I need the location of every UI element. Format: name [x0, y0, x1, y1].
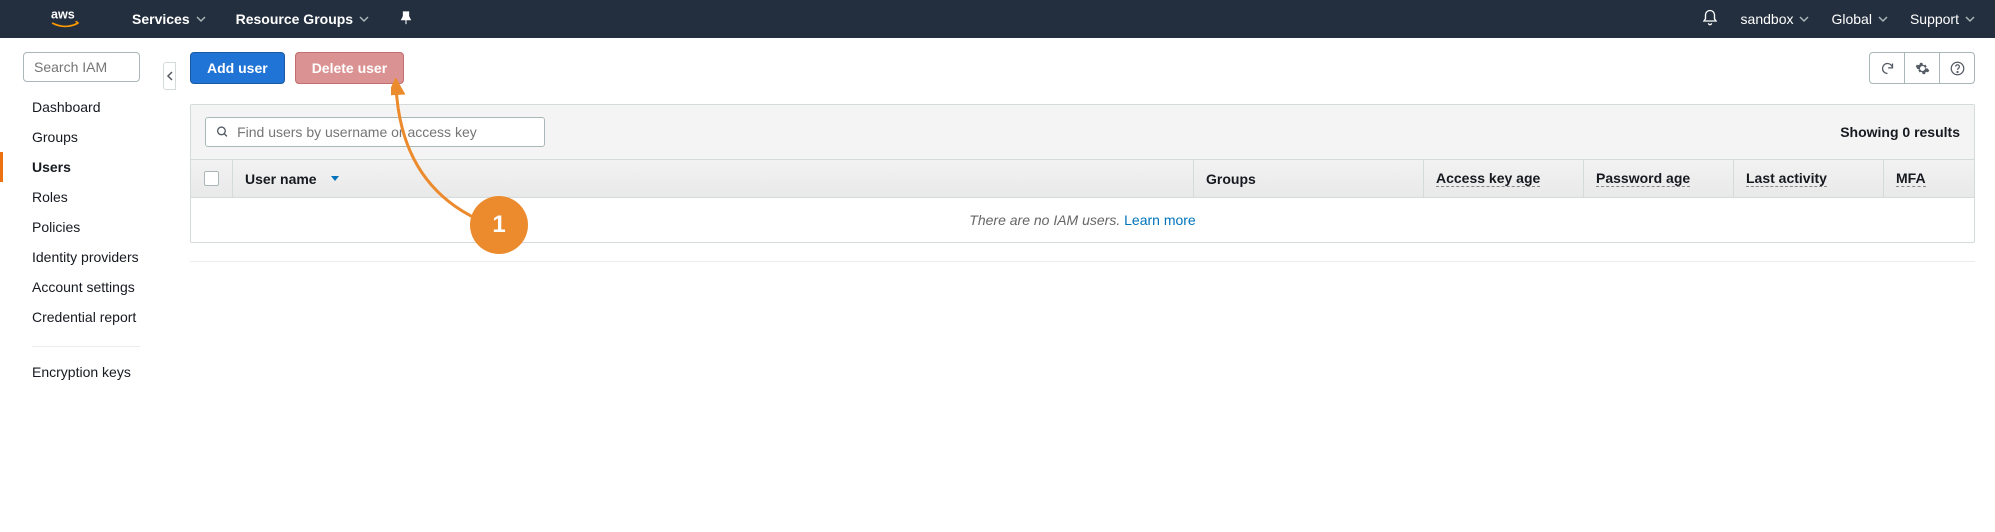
nav-account-label: sandbox [1741, 11, 1794, 27]
sidebar-item-policies[interactable]: Policies [0, 212, 160, 242]
sidebar-item-groups[interactable]: Groups [0, 122, 160, 152]
action-row: Add user Delete user [190, 52, 1975, 84]
delete-user-button[interactable]: Delete user [295, 52, 404, 84]
empty-state-text: There are no IAM users. [969, 212, 1124, 228]
sidebar-item-label: Dashboard [32, 99, 101, 115]
column-label: MFA [1896, 170, 1926, 187]
sidebar-search-input[interactable] [23, 52, 140, 82]
help-button[interactable] [1939, 52, 1975, 84]
refresh-button[interactable] [1869, 52, 1905, 84]
sidebar-item-label: Groups [32, 129, 78, 145]
column-label: User name [245, 171, 317, 187]
add-user-button[interactable]: Add user [190, 52, 285, 84]
column-label: Groups [1206, 171, 1256, 187]
column-groups[interactable]: Groups [1194, 160, 1424, 197]
nav-left: Services Resource Groups [132, 11, 413, 28]
panel-header: Showing 0 results [191, 105, 1974, 160]
sidebar-item-label: Users [32, 159, 71, 175]
sidebar-item-label: Credential report [32, 309, 136, 325]
select-all-header [191, 160, 233, 197]
users-panel: Showing 0 results User name Groups Ac [190, 104, 1975, 243]
sidebar-item-roles[interactable]: Roles [0, 182, 160, 212]
help-icon [1950, 61, 1965, 76]
column-password-age[interactable]: Password age [1584, 160, 1734, 197]
annotation-number: 1 [492, 211, 505, 239]
sidebar: Dashboard Groups Users Roles Policies Id… [0, 38, 160, 387]
sidebar-item-label: Roles [32, 189, 68, 205]
table-header-row: User name Groups Access key age Password… [191, 160, 1974, 198]
sidebar-item-identity-providers[interactable]: Identity providers [0, 242, 160, 272]
aws-logo[interactable]: aws [50, 7, 92, 31]
users-table: User name Groups Access key age Password… [191, 160, 1974, 242]
content-divider [190, 261, 1975, 262]
nav-resource-groups[interactable]: Resource Groups [236, 11, 369, 27]
notifications-icon[interactable] [1701, 9, 1719, 30]
column-mfa[interactable]: MFA [1884, 160, 1974, 197]
nav-account[interactable]: sandbox [1741, 11, 1810, 27]
results-count: Showing 0 results [1840, 124, 1960, 140]
sidebar-item-encryption-keys[interactable]: Encryption keys [0, 357, 160, 387]
nav-region-label: Global [1831, 11, 1871, 27]
delete-user-label: Delete user [312, 60, 387, 76]
column-label: Last activity [1746, 170, 1827, 187]
user-filter-field [205, 117, 545, 147]
sidebar-item-credential-report[interactable]: Credential report [0, 302, 160, 332]
nav-right: sandbox Global Support [1701, 9, 1975, 30]
sort-down-icon [331, 176, 339, 181]
pin-icon[interactable] [399, 11, 413, 28]
sidebar-search [23, 52, 140, 82]
main-content: Add user Delete user Showin [160, 38, 1995, 387]
nav-support[interactable]: Support [1910, 11, 1975, 27]
select-all-checkbox[interactable] [204, 171, 219, 186]
chevron-left-icon [166, 71, 174, 81]
sidebar-item-users[interactable]: Users [0, 152, 160, 182]
nav-resource-groups-label: Resource Groups [236, 11, 353, 27]
column-last-activity[interactable]: Last activity [1734, 160, 1884, 197]
search-icon [216, 125, 229, 139]
top-nav: aws Services Resource Groups sandbox Glo… [0, 0, 1995, 38]
sidebar-item-label: Encryption keys [32, 364, 131, 380]
column-access-key-age[interactable]: Access key age [1424, 160, 1584, 197]
sidebar-item-label: Identity providers [32, 249, 139, 265]
column-username[interactable]: User name [233, 160, 1194, 197]
user-filter-input[interactable] [237, 124, 534, 140]
refresh-icon [1880, 61, 1895, 76]
add-user-label: Add user [207, 60, 268, 76]
column-label: Access key age [1436, 170, 1540, 187]
column-label: Password age [1596, 170, 1690, 187]
chevron-down-icon [1965, 14, 1975, 24]
svg-text:aws: aws [51, 7, 75, 21]
chevron-down-icon [1878, 14, 1888, 24]
gear-icon [1915, 61, 1930, 76]
annotation-step-1: 1 [470, 196, 528, 254]
chevron-down-icon [196, 14, 206, 24]
settings-button[interactable] [1904, 52, 1940, 84]
chevron-down-icon [1799, 14, 1809, 24]
chevron-down-icon [359, 14, 369, 24]
nav-support-label: Support [1910, 11, 1959, 27]
sidebar-item-dashboard[interactable]: Dashboard [0, 92, 160, 122]
sidebar-collapse-handle[interactable] [163, 62, 176, 90]
nav-region[interactable]: Global [1831, 11, 1887, 27]
toolbar-icon-group [1870, 52, 1975, 84]
sidebar-divider [32, 346, 140, 347]
sidebar-item-account-settings[interactable]: Account settings [0, 272, 160, 302]
empty-state-row: There are no IAM users. Learn more [191, 198, 1974, 242]
nav-services[interactable]: Services [132, 11, 206, 27]
sidebar-item-label: Account settings [32, 279, 135, 295]
sidebar-item-label: Policies [32, 219, 80, 235]
nav-services-label: Services [132, 11, 190, 27]
learn-more-link[interactable]: Learn more [1124, 212, 1196, 228]
